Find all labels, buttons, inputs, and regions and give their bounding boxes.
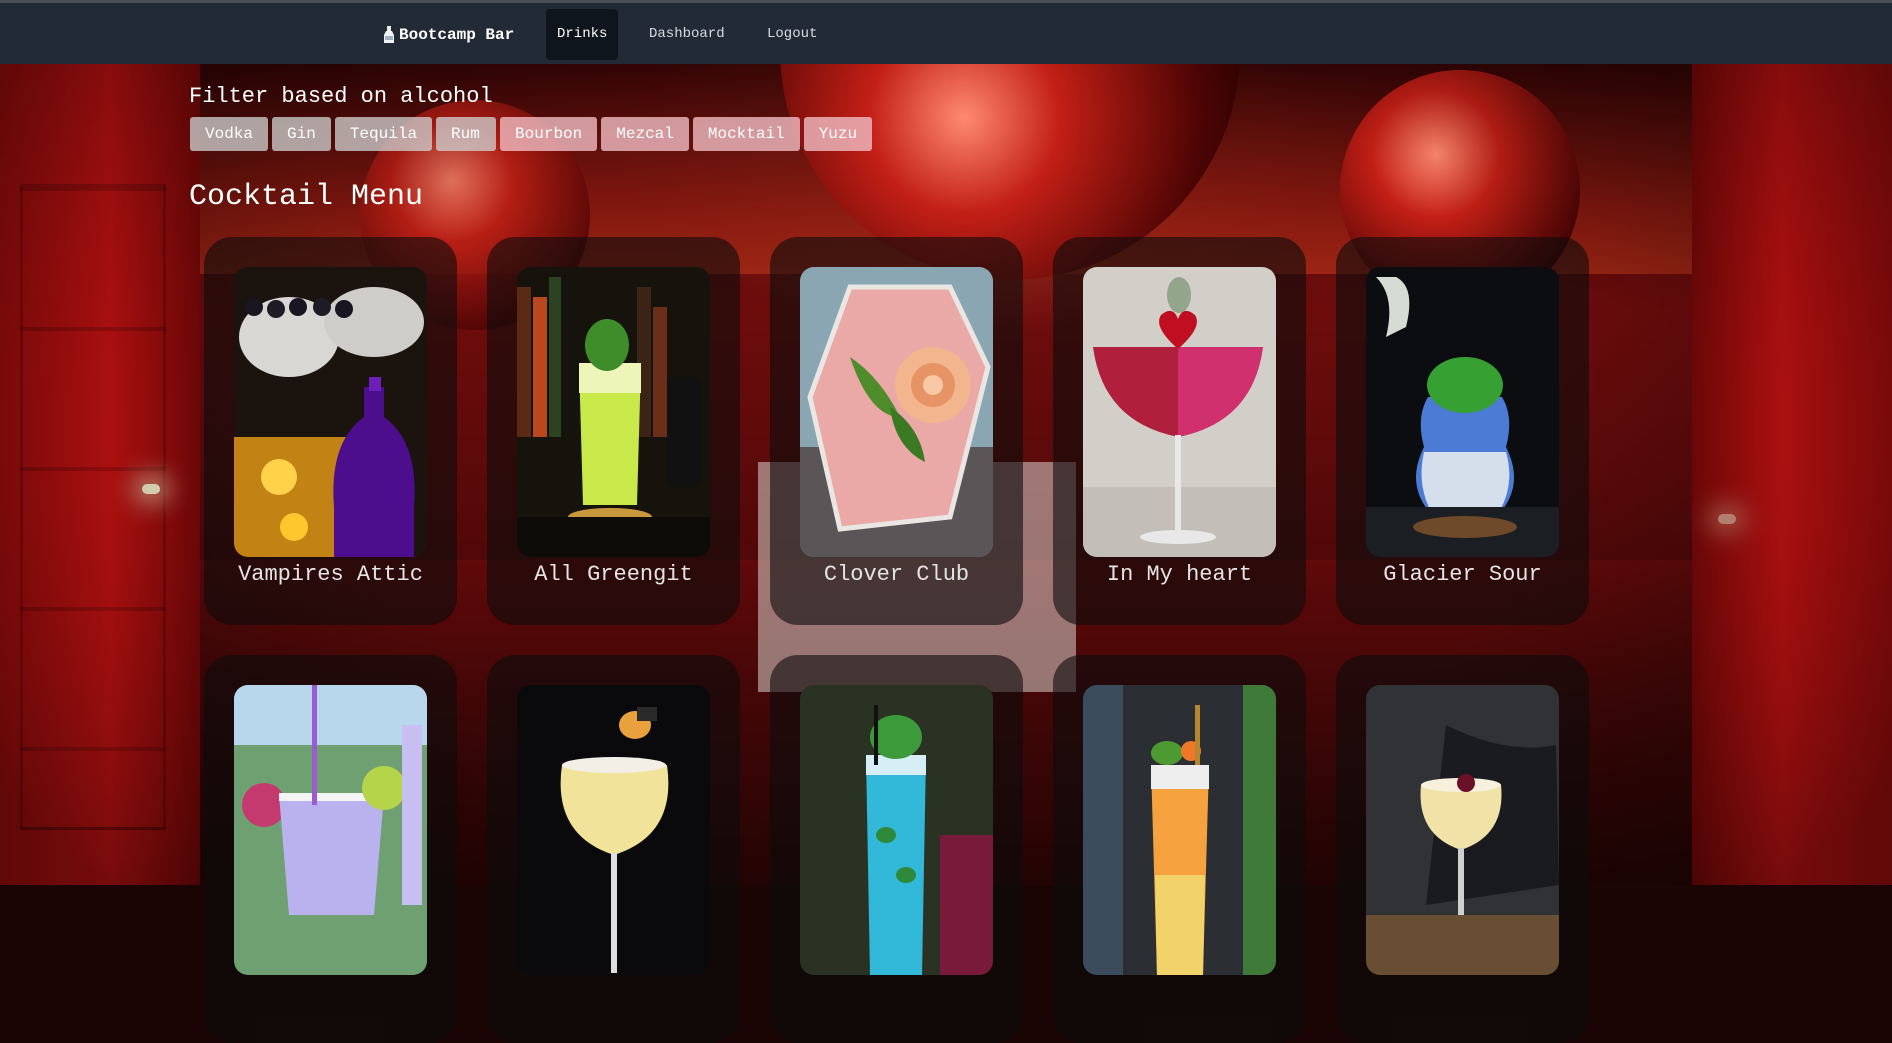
drink-name: In My heart [1106, 562, 1253, 587]
drink-card[interactable]: All Greengit [487, 237, 740, 625]
drink-name: Clover Club [823, 562, 970, 587]
pink-rose-drink-image [800, 267, 993, 557]
drink-card[interactable]: Clover Club [770, 237, 1023, 625]
drink-card[interactable] [770, 655, 1023, 1043]
filter-button-group: Vodka Gin Tequila Rum Bourbon Mezcal Moc… [190, 117, 873, 151]
lavender-margarita-image [234, 685, 427, 975]
filter-vodka-button[interactable]: Vodka [190, 117, 269, 151]
cream-sour-image [1366, 685, 1559, 975]
nav-logout[interactable]: Logout [756, 9, 828, 60]
purple-smoke-drink-image [234, 267, 427, 557]
drink-name: Vampires Attic [238, 562, 423, 587]
menu-heading: Cocktail Menu [189, 180, 424, 214]
red-coupe-heart-image [1083, 267, 1276, 557]
filter-yuzu-button[interactable]: Yuzu [803, 117, 873, 151]
filter-tequila-button[interactable]: Tequila [334, 117, 433, 151]
filter-heading: Filter based on alcohol [189, 84, 493, 109]
drink-name: All Greengit [534, 562, 693, 587]
nav-dashboard[interactable]: Dashboard [638, 9, 736, 60]
brand[interactable]: Bootcamp Bar [382, 23, 514, 47]
drink-card[interactable] [1336, 655, 1589, 1043]
nav-drinks[interactable]: Drinks [546, 9, 619, 60]
filter-bourbon-button[interactable]: Bourbon [500, 117, 598, 151]
drink-card[interactable]: Vampires Attic [204, 237, 457, 625]
drink-card[interactable] [204, 655, 457, 1043]
bottle-icon [382, 26, 396, 44]
drink-card[interactable]: In My heart [1053, 237, 1306, 625]
blue-mojito-image [800, 685, 993, 975]
drink-card[interactable] [487, 655, 740, 1043]
drink-name: Glacier Sour [1383, 562, 1542, 587]
blue-glass-mint-image [1366, 267, 1559, 557]
filter-gin-button[interactable]: Gin [272, 117, 331, 151]
drink-card[interactable] [1053, 655, 1306, 1043]
yellow-coupe-image [517, 685, 710, 975]
brand-name: Bootcamp Bar [399, 26, 515, 44]
green-highball-image [517, 267, 710, 557]
filter-mezcal-button[interactable]: Mezcal [601, 117, 689, 151]
orange-layered-drink-image [1083, 685, 1276, 975]
filter-mocktail-button[interactable]: Mocktail [692, 117, 800, 151]
navbar: Bootcamp Bar Drinks Dashboard Logout [0, 3, 1892, 64]
drink-card[interactable]: Glacier Sour [1336, 237, 1589, 625]
filter-rum-button[interactable]: Rum [436, 117, 497, 151]
